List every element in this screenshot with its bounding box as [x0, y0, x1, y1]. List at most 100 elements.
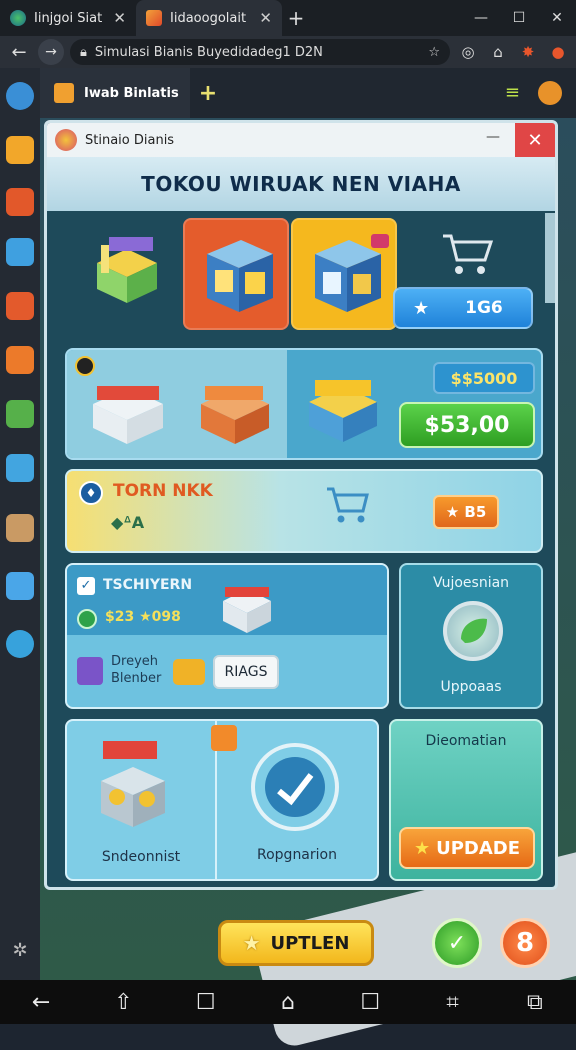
- mini-mart-icon: [315, 234, 389, 312]
- store-detail-title: TSCHIYERN: [103, 577, 193, 593]
- app-tab[interactable]: Iwab Binlatis: [40, 68, 190, 118]
- minimize-button[interactable]: —: [462, 0, 500, 36]
- casino-store-icon[interactable]: [95, 737, 169, 831]
- shopping-cart-icon[interactable]: [437, 228, 497, 278]
- uptlen-button[interactable]: ★ UPTLEN: [218, 920, 374, 966]
- star-icon: ★: [413, 837, 431, 859]
- profile-icon[interactable]: ●: [546, 40, 570, 64]
- store-rewards-panel: Sndeonnist Ropgnarion: [65, 719, 379, 881]
- level-number: 8: [515, 928, 535, 958]
- system-nav-bar: ← ⇧ ☐ ⌂ ☐ ⌗ ⧉: [0, 980, 576, 1024]
- window-minimize-button[interactable]: —: [481, 129, 505, 151]
- star-icon: ★: [242, 931, 261, 955]
- truck-icon: [173, 659, 205, 685]
- leaf-badge-icon[interactable]: [443, 601, 503, 661]
- nav-home-icon[interactable]: ⌂: [268, 982, 308, 1022]
- app-tab-title: Iwab Binlatis: [84, 85, 179, 101]
- grocery-store-icon[interactable]: [87, 364, 169, 448]
- nav-share-icon[interactable]: ⇧: [103, 982, 143, 1022]
- bookmark-star-icon[interactable]: ☆: [428, 45, 440, 60]
- sidebar-green-box-icon[interactable]: [6, 400, 34, 428]
- checkbox-icon[interactable]: ✓: [77, 577, 95, 595]
- sidebar-store-icon[interactable]: [6, 346, 34, 374]
- confirm-round-button[interactable]: ✓: [432, 918, 482, 968]
- delivery-label: Dreyeh Blenber: [111, 654, 162, 686]
- shop-option-orange[interactable]: [183, 218, 289, 330]
- shop-tier-panel: ♦ TORN NKK ◆ᐞA ★ B5: [65, 469, 543, 553]
- star-count: 1G6: [465, 298, 503, 318]
- add-app-tab-button[interactable]: +: [190, 81, 226, 106]
- settings-gear-icon[interactable]: ✲: [8, 940, 32, 964]
- app-header: Iwab Binlatis + ≡: [40, 68, 576, 118]
- window-controls: — ☐ ✕: [462, 0, 576, 36]
- window-title-bar: Stinaio Dianis: [47, 123, 555, 157]
- tab-title: Iidaoogolait: [170, 10, 247, 26]
- nav-keyboard-icon[interactable]: ⌗: [433, 982, 473, 1022]
- scrollbar[interactable]: [545, 213, 555, 303]
- sidebar-cube-icon[interactable]: [6, 572, 34, 600]
- window-logo-icon: [55, 129, 77, 151]
- sidebar-blue-box-icon[interactable]: [6, 454, 34, 482]
- address-bar: ← → 🔒︎ Simulasi Bianis Buyedidadeg1 D2N …: [0, 36, 576, 68]
- tab-close-icon[interactable]: ✕: [113, 9, 126, 27]
- supermarket-icon[interactable]: [303, 362, 383, 448]
- reward-right-label: Ropgnarion: [257, 847, 337, 863]
- star-cost-button[interactable]: ★ B5: [433, 495, 499, 529]
- tab-title: Iinjgoi Siat: [34, 10, 103, 26]
- home-icon[interactable]: ⌂: [486, 40, 510, 64]
- riags-button-label: RIAGS: [224, 664, 268, 680]
- tab-close-icon[interactable]: ✕: [259, 9, 272, 27]
- orange-kiosk-icon[interactable]: [195, 364, 275, 448]
- price-big-text: $53,00: [424, 412, 510, 438]
- nav-screenshot-icon[interactable]: ⧉: [515, 982, 555, 1022]
- extension-icon[interactable]: ◎: [456, 40, 480, 64]
- store-detail-panel: ✓ TSCHIYERN $23 ★098 Dreyeh Blenber RIAG…: [65, 563, 389, 709]
- back-arrow-icon[interactable]: ←: [6, 39, 32, 65]
- expansion-subtitle: Uppoaas: [440, 679, 502, 695]
- menu-icon[interactable]: ≡: [505, 82, 520, 103]
- expansion-title: Vujoesnian: [432, 575, 510, 591]
- nav-recents-icon[interactable]: ☐: [186, 982, 226, 1022]
- price-tag-small: $$5000: [433, 362, 535, 394]
- reward-left-label: Sndeonnist: [101, 849, 181, 865]
- sidebar-phone-icon[interactable]: [6, 238, 34, 266]
- nav-overview-icon[interactable]: ☐: [350, 982, 390, 1022]
- gem-icon: [77, 609, 97, 629]
- close-window-button[interactable]: ✕: [538, 0, 576, 36]
- update-panel-title: Dieomatian: [425, 733, 507, 749]
- url-field[interactable]: 🔒︎ Simulasi Bianis Buyedidadeg1 D2N ☆: [70, 39, 450, 65]
- update-button[interactable]: ★ UPDADE: [399, 827, 535, 869]
- discount-tag-icon: [211, 725, 237, 751]
- price-small-text: $$5000: [450, 368, 518, 388]
- browser-tab-2[interactable]: Iidaoogolait ✕: [136, 0, 282, 36]
- user-avatar[interactable]: [538, 81, 562, 105]
- market-stall-icon[interactable]: [87, 223, 167, 311]
- window-close-button[interactable]: ✕: [515, 123, 555, 157]
- sidebar-parcel-icon[interactable]: [6, 514, 34, 542]
- laurel-emblem-icon[interactable]: [249, 741, 341, 833]
- star-cost-text: ★ B5: [445, 503, 487, 521]
- store-detail-value: $23 ★098: [105, 609, 181, 625]
- shop-option-yellow[interactable]: [291, 218, 397, 330]
- shield-extension-icon[interactable]: ✸: [516, 40, 540, 64]
- sidebar-box-icon[interactable]: [6, 188, 34, 216]
- sidebar-tools-icon[interactable]: [6, 82, 34, 110]
- star-icon: ★: [413, 297, 430, 319]
- browser-tab-1[interactable]: Iinjgoi Siat ✕: [0, 0, 136, 36]
- check-icon: ✓: [447, 930, 467, 956]
- shop-banner: TOKOU WIRUAK NEN VIAHA: [47, 157, 555, 211]
- level-round-button[interactable]: 8: [500, 918, 550, 968]
- new-tab-button[interactable]: +: [282, 6, 310, 30]
- riags-button[interactable]: RIAGS: [213, 655, 279, 689]
- shield-icon: ♦: [79, 481, 103, 505]
- sidebar-package-icon[interactable]: [6, 136, 34, 164]
- maximize-button[interactable]: ☐: [500, 0, 538, 36]
- star-counter[interactable]: ★ 1G6: [393, 287, 533, 329]
- forward-arrow-icon[interactable]: →: [38, 39, 64, 65]
- buy-price-button[interactable]: $53,00: [399, 402, 535, 448]
- window-title: Stinaio Dianis: [85, 132, 175, 148]
- sidebar-chat-icon[interactable]: [6, 630, 34, 658]
- sidebar-crate-icon[interactable]: [6, 292, 34, 320]
- tier-title: TORN NKK: [113, 481, 213, 501]
- nav-back-icon[interactable]: ←: [21, 982, 61, 1022]
